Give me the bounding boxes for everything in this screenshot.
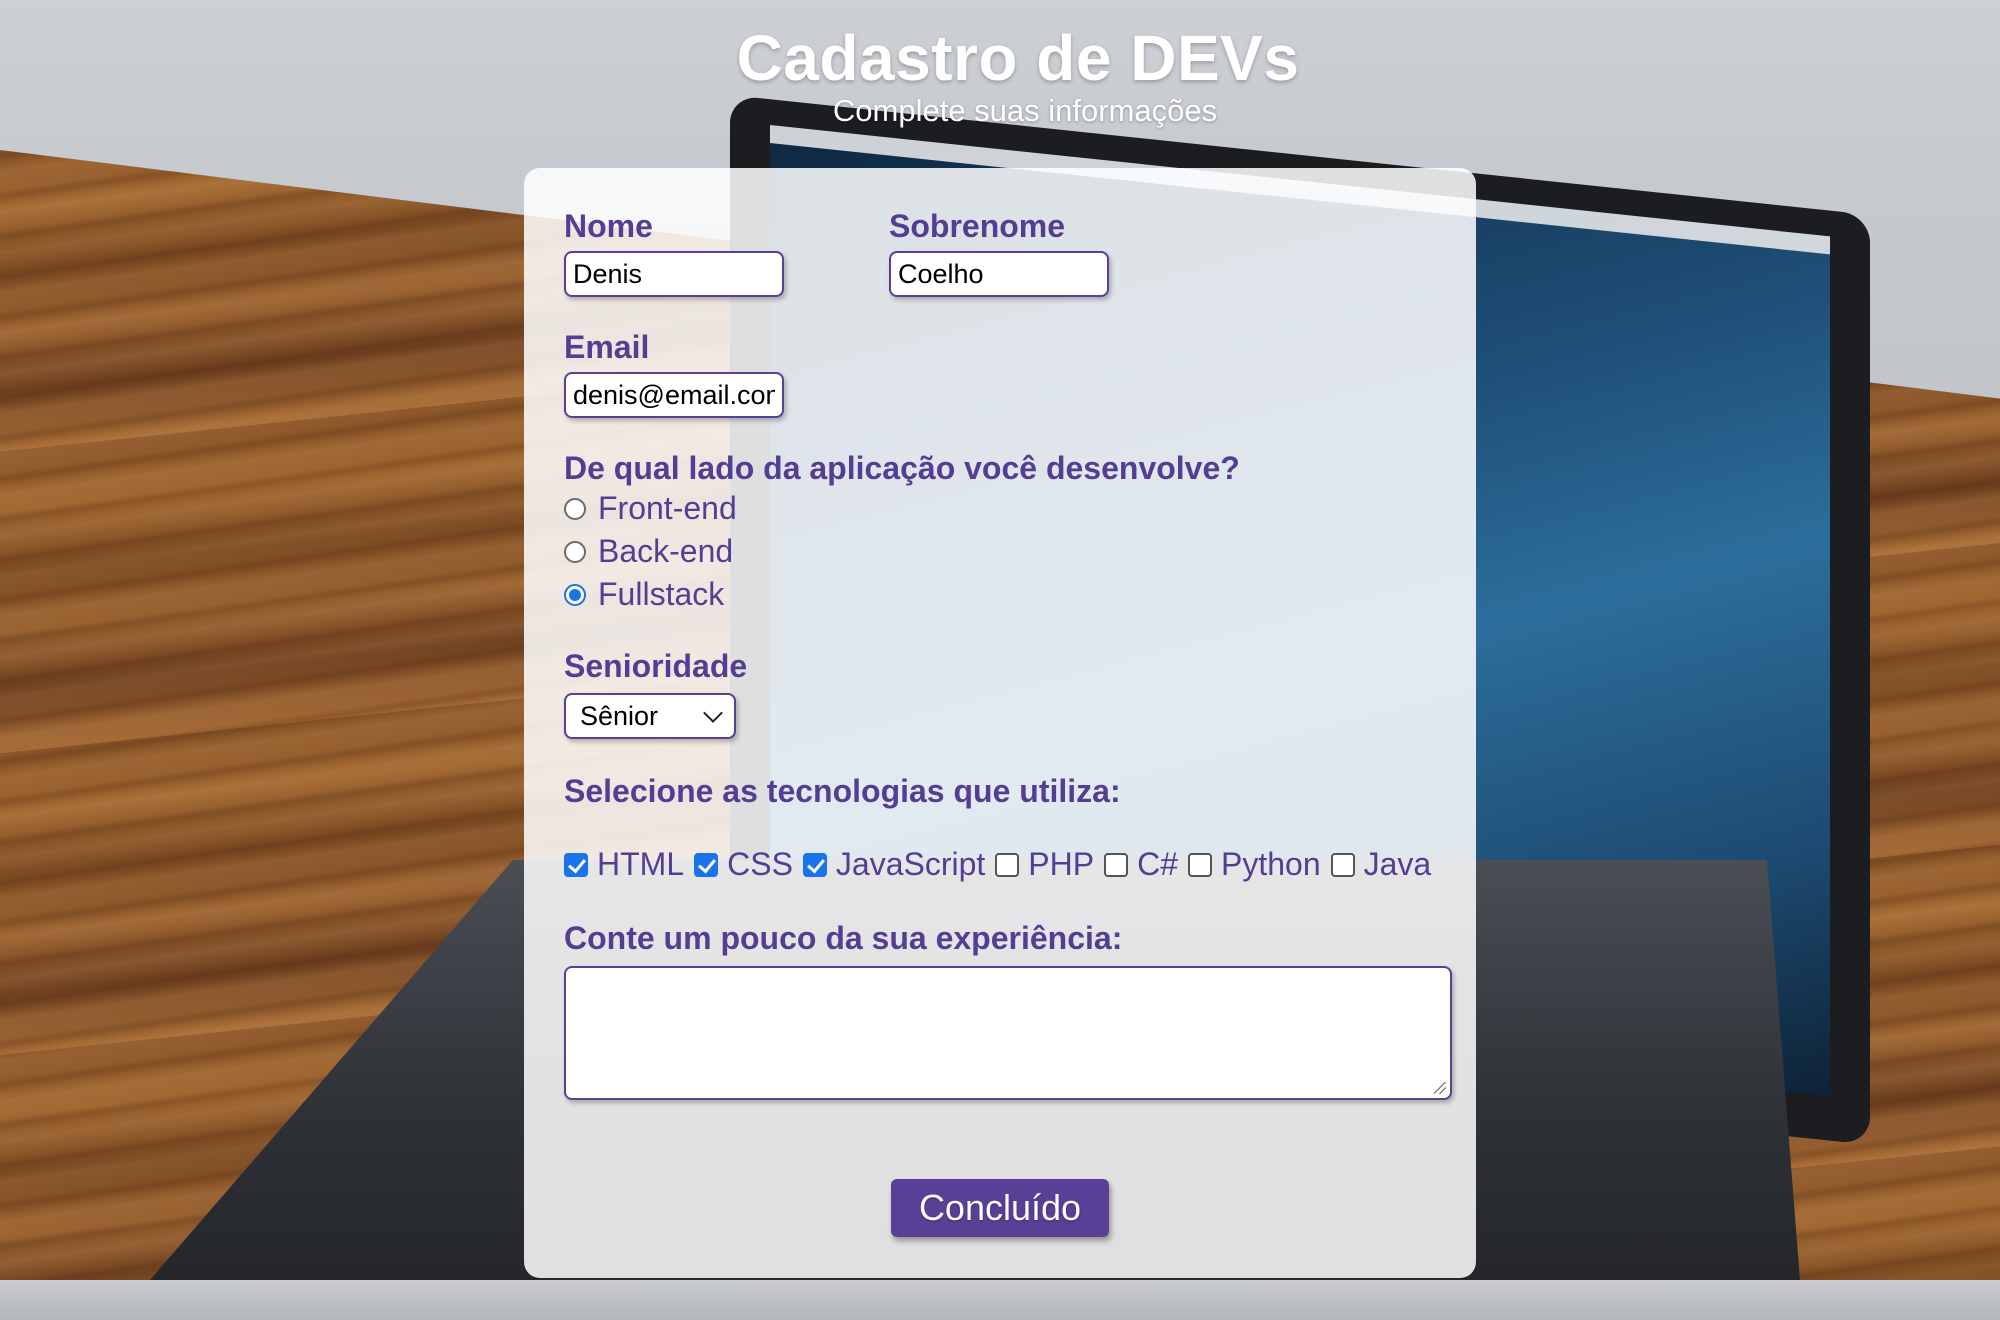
checkbox-label: JavaScript bbox=[835, 846, 986, 882]
nome-input[interactable] bbox=[564, 251, 784, 297]
resize-handle-icon[interactable] bbox=[1434, 1082, 1446, 1094]
sobrenome-label: Sobrenome bbox=[889, 208, 1066, 244]
tecnologias-checkbox-group: HTML CSS JavaScript PHP C# Python Java bbox=[564, 846, 1441, 883]
form-card: Nome Sobrenome Email De qual lado da apl… bbox=[524, 168, 1476, 1278]
checkbox-python[interactable]: Python bbox=[1188, 846, 1321, 883]
radio-button[interactable] bbox=[564, 497, 586, 520]
radio-label: Back-end bbox=[598, 533, 734, 569]
sobrenome-input[interactable] bbox=[889, 251, 1109, 297]
checkbox[interactable] bbox=[1188, 852, 1212, 877]
radio-label: Front-end bbox=[598, 490, 737, 526]
experiencia-textarea[interactable] bbox=[564, 966, 1452, 1100]
radio-back-end[interactable]: Back-end bbox=[564, 533, 733, 570]
checkbox[interactable] bbox=[802, 852, 827, 877]
checkbox[interactable] bbox=[995, 852, 1020, 877]
checkbox-label: PHP bbox=[1028, 846, 1095, 882]
nome-label: Nome bbox=[564, 208, 653, 244]
radio-front-end[interactable]: Front-end bbox=[564, 490, 737, 527]
checkbox-csharp[interactable]: C# bbox=[1104, 846, 1178, 883]
page-header: Cadastro de DEVs Complete suas informaçõ… bbox=[0, 18, 2000, 128]
page-title: Cadastro de DEVs bbox=[736, 22, 1300, 94]
checkbox[interactable] bbox=[1330, 852, 1355, 877]
email-input[interactable] bbox=[564, 372, 784, 418]
experiencia-label: Conte um pouco da sua experiência: bbox=[564, 920, 1123, 956]
radio-label: Fullstack bbox=[598, 576, 725, 612]
checkbox[interactable] bbox=[1104, 852, 1129, 877]
concluido-button[interactable]: Concluído bbox=[891, 1179, 1109, 1237]
background-bottom-strip bbox=[0, 1280, 2000, 1320]
chevron-down-icon bbox=[703, 703, 723, 723]
checkbox-javascript[interactable]: JavaScript bbox=[802, 846, 986, 883]
checkbox[interactable] bbox=[564, 852, 588, 877]
checkbox-label: Java bbox=[1363, 846, 1432, 882]
radio-button-selected[interactable] bbox=[564, 583, 586, 606]
checkbox-label: CSS bbox=[727, 846, 793, 882]
radio-button[interactable] bbox=[564, 540, 586, 563]
page-subtitle: Complete suas informações bbox=[832, 93, 1218, 128]
tecnologias-label: Selecione as tecnologias que utiliza: bbox=[564, 773, 1121, 809]
lado-label: De qual lado da aplicação você desenvolv… bbox=[564, 450, 1240, 486]
checkbox[interactable] bbox=[694, 852, 719, 877]
checkbox-css[interactable]: CSS bbox=[694, 846, 793, 883]
checkbox-label: HTML bbox=[597, 846, 685, 882]
checkbox-html[interactable]: HTML bbox=[564, 846, 684, 883]
senioridade-label: Senioridade bbox=[564, 648, 748, 684]
checkbox-java[interactable]: Java bbox=[1330, 846, 1432, 883]
radio-fullstack[interactable]: Fullstack bbox=[564, 576, 724, 613]
senioridade-select[interactable]: Sênior bbox=[564, 693, 736, 739]
checkbox-php[interactable]: PHP bbox=[995, 846, 1094, 883]
checkbox-label: C# bbox=[1137, 846, 1178, 882]
checkbox-label: Python bbox=[1221, 846, 1321, 882]
senioridade-selected-value: Sênior bbox=[580, 700, 659, 731]
email-label: Email bbox=[564, 329, 650, 365]
